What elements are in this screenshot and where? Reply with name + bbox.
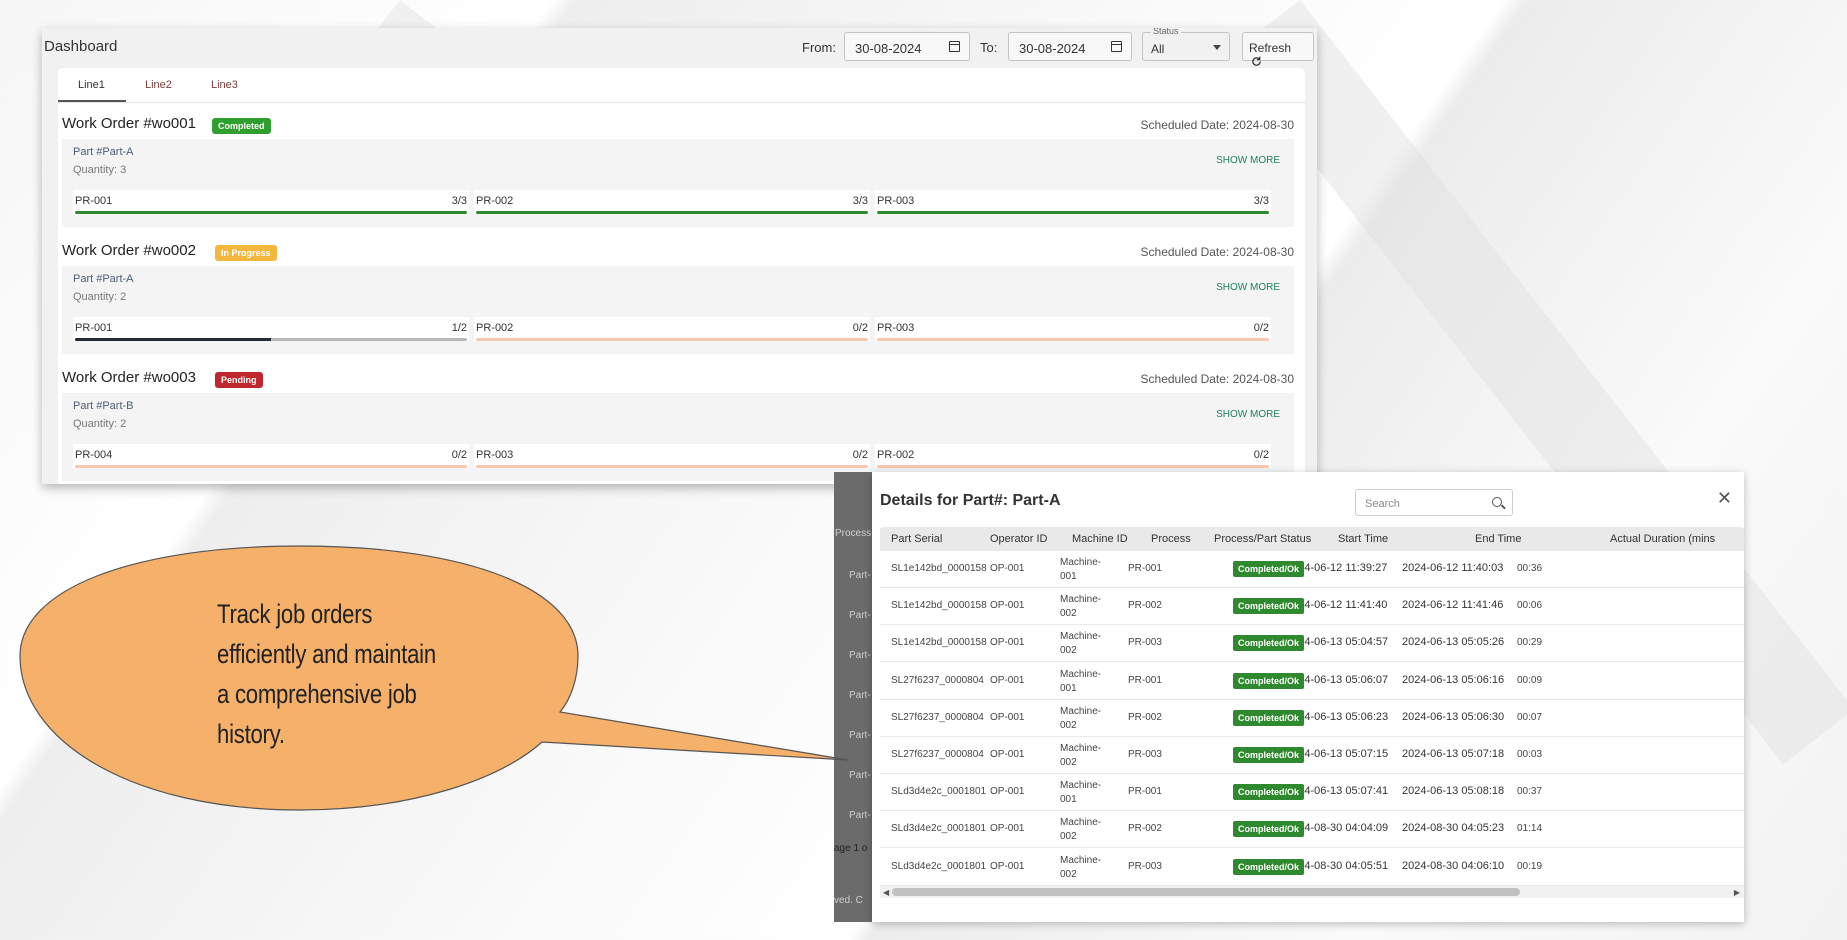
callout-bubble [19, 545, 849, 811]
callout-text: Track job orders efficiently and maintai… [217, 599, 436, 749]
